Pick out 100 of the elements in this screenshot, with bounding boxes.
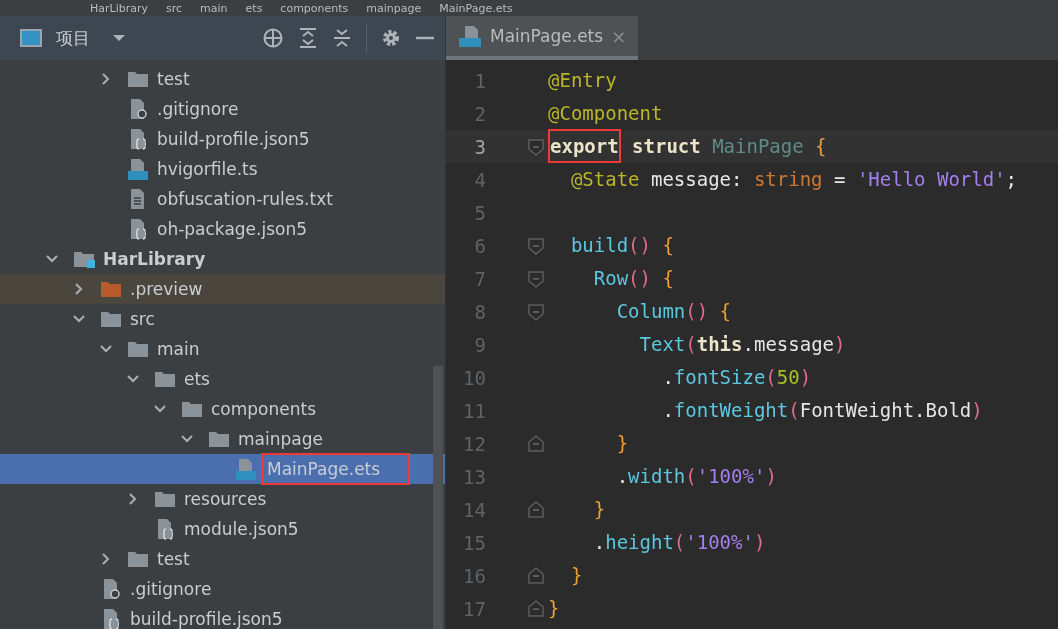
ets-file-icon xyxy=(235,458,257,480)
line-number: 6 xyxy=(473,234,486,257)
line-number: 11 xyxy=(462,399,486,422)
file-name: mainpage xyxy=(237,428,324,451)
line-number: 15 xyxy=(462,531,486,554)
collapse-all-icon[interactable] xyxy=(332,27,352,49)
code-line: .height('100%') xyxy=(592,530,766,555)
scrollbar[interactable] xyxy=(433,366,443,629)
line-number: 13 xyxy=(462,465,486,488)
tree-item[interactable]: obfuscation-rules.txt xyxy=(0,184,445,214)
file-name: module.json5 xyxy=(183,518,300,541)
tree-item[interactable]: resources xyxy=(0,484,445,514)
tree-item[interactable]: build-profile.json5 xyxy=(0,604,445,629)
file-name: build-profile.json5 xyxy=(156,128,311,151)
folder-icon xyxy=(127,340,149,358)
folder-icon xyxy=(100,280,122,298)
code-line: @Entry xyxy=(547,68,617,93)
highlighted-file-name: MainPage.ets xyxy=(261,453,411,485)
code-line: build() { xyxy=(569,233,674,258)
folder-icon xyxy=(154,490,176,508)
line-number: 14 xyxy=(462,498,486,521)
tree-item[interactable]: .gitignore xyxy=(0,94,445,124)
breadcrumb-item[interactable]: HarLibrary xyxy=(90,1,148,15)
code-line: @State message: string = 'Hello World'; xyxy=(569,167,1018,192)
code-line: export struct MainPage { xyxy=(546,130,827,163)
tree-item[interactable]: hvigorfile.ts xyxy=(0,154,445,184)
breadcrumb-item[interactable]: ets xyxy=(245,1,263,15)
code-line: Column() { xyxy=(615,299,732,324)
line-number: 5 xyxy=(473,201,486,224)
fold-start-icon[interactable] xyxy=(528,269,544,288)
line-number: 16 xyxy=(462,564,486,587)
line-number: 2 xyxy=(473,102,486,125)
ts-file-icon xyxy=(127,158,149,180)
file-name: obfuscation-rules.txt xyxy=(156,188,334,211)
tree-item[interactable]: ets xyxy=(0,364,445,394)
fold-start-icon[interactable] xyxy=(528,137,544,156)
breadcrumb-item[interactable]: MainPage.ets xyxy=(439,1,513,15)
file-name: main xyxy=(156,338,201,361)
file-name: .gitignore xyxy=(129,578,213,601)
window-icon xyxy=(20,29,42,47)
line-number: 17 xyxy=(462,597,486,620)
file-name: ets xyxy=(183,368,211,391)
line-number: 10 xyxy=(462,366,486,389)
code-line: .fontWeight(FontWeight.Bold) xyxy=(661,398,983,423)
line-number: 3 xyxy=(473,135,486,158)
file-name: HarLibrary xyxy=(102,248,207,271)
file-name: .preview xyxy=(129,278,204,301)
breadcrumb-item[interactable]: src xyxy=(166,1,183,15)
tree-item[interactable]: main xyxy=(0,334,445,364)
code-line: Text(this.message) xyxy=(638,332,846,357)
ets-file-icon xyxy=(458,25,482,47)
folder-icon xyxy=(127,550,149,568)
fold-start-icon[interactable] xyxy=(528,302,544,321)
file-name: test xyxy=(156,68,191,91)
line-number: 12 xyxy=(462,432,486,455)
code-line: Row() { xyxy=(592,266,674,291)
file-name: oh-package.json5 xyxy=(156,218,309,241)
tree-item[interactable]: .preview xyxy=(0,274,445,304)
locate-icon[interactable] xyxy=(262,27,284,49)
settings-icon[interactable] xyxy=(381,28,401,48)
tree-item[interactable]: src xyxy=(0,304,445,334)
caret-icon xyxy=(112,34,126,42)
file-name: src xyxy=(129,308,156,331)
code-line: } xyxy=(569,563,583,588)
code-line: @Component xyxy=(547,101,663,126)
folder-icon xyxy=(100,310,122,328)
folder-icon xyxy=(208,430,230,448)
code-line: } xyxy=(615,431,629,456)
fold-start-icon[interactable] xyxy=(528,236,544,255)
expand-all-icon[interactable] xyxy=(298,27,318,49)
module-folder-icon xyxy=(73,250,95,268)
breadcrumb-item[interactable]: mainpage xyxy=(366,1,422,15)
breadcrumb-item[interactable]: components xyxy=(280,1,349,15)
folder-icon xyxy=(154,370,176,388)
file-name: resources xyxy=(183,488,268,511)
tree-item[interactable]: mainpage xyxy=(0,424,445,454)
tree-item[interactable]: HarLibrary xyxy=(0,244,445,274)
editor-tab[interactable]: MainPage.ets × xyxy=(446,16,639,60)
line-number: 4 xyxy=(473,168,486,191)
file-name: test xyxy=(156,548,191,571)
code-line: .width('100%') xyxy=(615,464,777,489)
file-name: hvigorfile.ts xyxy=(156,158,259,181)
line-number: 7 xyxy=(473,267,486,290)
tree-item[interactable]: module.json5 xyxy=(0,514,445,544)
code-line: } xyxy=(547,596,560,621)
project-view-dropdown[interactable]: 项目 xyxy=(56,26,126,50)
tree-item[interactable]: components xyxy=(0,394,445,424)
code-line: .fontSize(50) xyxy=(661,365,812,390)
line-number: 9 xyxy=(473,333,486,356)
tree-item[interactable]: oh-package.json5 xyxy=(0,214,445,244)
breadcrumb-item[interactable]: main xyxy=(200,1,228,15)
code-line: } xyxy=(592,497,606,522)
tree-item[interactable]: test xyxy=(0,544,445,574)
folder-icon xyxy=(127,70,149,88)
tree-item[interactable]: .gitignore xyxy=(0,574,445,604)
tree-item[interactable]: build-profile.json5 xyxy=(0,124,445,154)
file-name: .gitignore xyxy=(156,98,240,121)
folder-icon xyxy=(181,400,203,418)
tree-item[interactable]: test xyxy=(0,64,445,94)
file-name: components xyxy=(210,398,318,421)
